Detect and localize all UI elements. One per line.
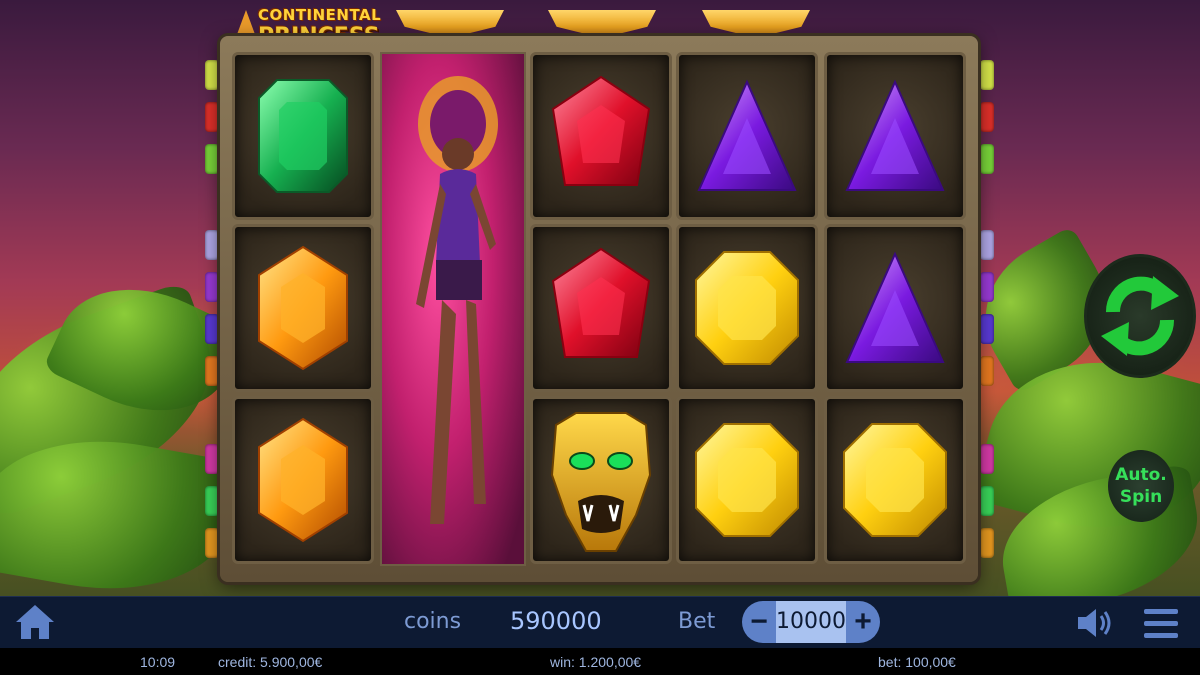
bet-readout: bet: 100,00€	[878, 654, 956, 670]
ruby-gem-icon	[551, 247, 651, 358]
payline-indicator	[980, 272, 994, 302]
payline-indicator	[205, 60, 219, 90]
coins-value: 590000	[510, 607, 602, 635]
payline-indicator	[980, 356, 994, 386]
citrine-gem-icon	[843, 423, 947, 537]
bet-stepper: − 10000 +	[742, 601, 880, 643]
reel-marker	[548, 10, 656, 38]
symbol-emerald	[232, 52, 374, 220]
payline-indicator	[980, 314, 994, 344]
auto-spin-label-2: Spin	[1119, 487, 1163, 507]
payline-indicator	[205, 528, 219, 558]
payline-indicator	[980, 230, 994, 260]
credit-readout: credit: 5.900,00€	[218, 654, 323, 670]
refresh-arrows-icon	[1101, 276, 1179, 356]
symbol-ruby	[530, 52, 672, 220]
symbol-jaguar-mask	[530, 396, 672, 564]
spin-button[interactable]	[1084, 254, 1196, 378]
reel-grid	[232, 52, 968, 568]
payline-indicator	[205, 144, 219, 174]
speaker-icon	[1078, 609, 1111, 637]
symbol-amethyst	[824, 52, 966, 220]
payline-indicator	[205, 486, 219, 516]
payline-indicator	[980, 102, 994, 132]
payline-indicator	[980, 486, 994, 516]
win-readout: win: 1.200,00€	[550, 654, 642, 670]
symbol-ruby	[530, 224, 672, 392]
symbol-amethyst	[676, 52, 818, 220]
symbol-topaz	[232, 396, 374, 564]
payline-indicator	[205, 230, 219, 260]
payline-indicator	[205, 102, 219, 132]
home-button[interactable]	[14, 601, 56, 643]
payline-indicator	[980, 528, 994, 558]
amethyst-gem-icon	[697, 79, 797, 191]
symbol-amethyst	[824, 224, 966, 392]
jaguar-mask-icon	[550, 412, 652, 552]
topaz-gem-icon	[258, 245, 348, 371]
symbol-citrine	[676, 396, 818, 564]
sound-button[interactable]	[1074, 605, 1114, 641]
ruby-gem-icon	[551, 75, 651, 186]
symbol-citrine	[676, 224, 818, 392]
reel-marker	[396, 10, 504, 38]
payline-indicator	[980, 144, 994, 174]
payline-indicator	[980, 444, 994, 474]
symbol-topaz	[232, 224, 374, 392]
reel-marker	[702, 10, 810, 38]
status-bar: 10:09 credit: 5.900,00€ win: 1.200,00€ b…	[0, 648, 1200, 675]
payline-indicator	[205, 272, 219, 302]
payline-indicator	[205, 444, 219, 474]
amethyst-gem-icon	[845, 251, 945, 363]
amethyst-gem-icon	[845, 79, 945, 191]
bet-increase-button[interactable]: +	[846, 601, 880, 643]
topaz-gem-icon	[258, 417, 348, 543]
hamburger-menu-icon	[1144, 609, 1178, 638]
bet-decrease-button[interactable]: −	[742, 601, 776, 643]
auto-spin-button[interactable]: Auto. Spin	[1108, 450, 1174, 522]
payline-indicator	[205, 356, 219, 386]
logo-title-line1: CONTINENTAL	[258, 6, 382, 24]
emerald-gem-icon	[258, 79, 348, 193]
clock-time: 10:09	[140, 654, 176, 670]
bet-label: Bet	[678, 609, 716, 634]
auto-spin-label-1: Auto.	[1115, 465, 1167, 485]
payline-indicator	[205, 314, 219, 344]
payline-indicator	[980, 60, 994, 90]
princess-dancer-icon	[416, 76, 498, 524]
control-bar: coins 590000 Bet − 10000 +	[0, 596, 1200, 648]
symbol-princess-wild	[380, 52, 526, 566]
coins-label: coins	[404, 609, 462, 634]
home-icon	[16, 605, 54, 639]
citrine-gem-icon	[695, 251, 799, 365]
menu-button[interactable]	[1142, 603, 1180, 643]
symbol-citrine	[824, 396, 966, 564]
citrine-gem-icon	[695, 423, 799, 537]
bet-value: 10000	[776, 601, 846, 643]
